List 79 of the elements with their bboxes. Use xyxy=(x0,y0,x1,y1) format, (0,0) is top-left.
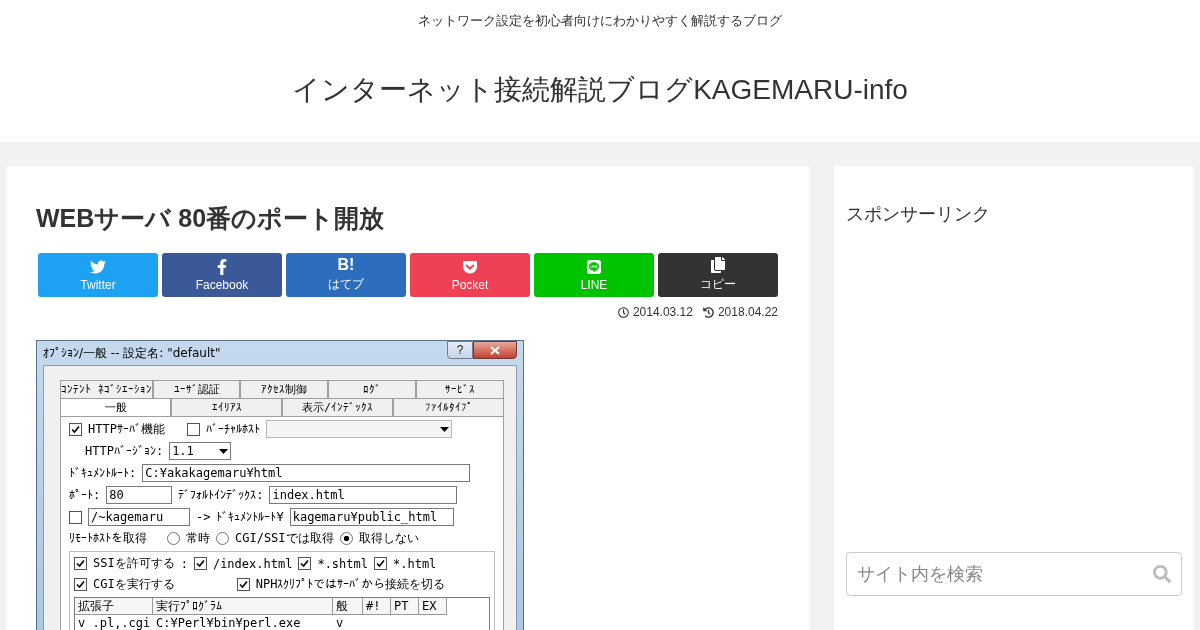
site-title[interactable]: インターネット接続解説ブログKAGEMARU-info xyxy=(292,71,908,109)
label: *.html xyxy=(393,556,437,571)
checkbox[interactable] xyxy=(298,557,312,570)
post-date: 2014.03.12 xyxy=(632,305,693,319)
close-icon xyxy=(490,345,500,355)
label: 常時 xyxy=(186,530,210,547)
share-button[interactable]: コピー xyxy=(658,253,778,297)
table-cell-text: C:¥Perl¥bin¥perl.exe xyxy=(155,615,302,630)
help-button[interactable]: ? xyxy=(447,341,473,359)
input-field[interactable]: /~kagemaru xyxy=(88,508,190,526)
tab[interactable]: ｺﾝﾃﾝﾄ ﾈｺﾞｼｴｰｼｮﾝ xyxy=(60,380,153,398)
label: -> xyxy=(196,510,211,524)
line-icon xyxy=(586,258,602,275)
window-title: ｵﾌﾟｼｮﾝ/一般 -- 設定名: "default" xyxy=(43,344,221,362)
input-field[interactable]: index.html xyxy=(269,486,458,504)
twitter-icon xyxy=(90,258,106,275)
input-field[interactable]: kagemaru¥public_html xyxy=(289,508,454,526)
clock-icon xyxy=(617,306,629,318)
label: ﾄﾞｷｭﾒﾝﾄﾙｰﾄ¥ xyxy=(216,510,284,524)
column-header[interactable]: 拡張子 xyxy=(75,598,153,615)
history-icon xyxy=(702,306,714,318)
tab[interactable]: ﾌｧｲﾙﾀｲﾌﾟ xyxy=(393,398,504,416)
tagline: ネットワーク設定を初心者向けにわかりやすく解説するブログ xyxy=(418,12,782,30)
label: *.shtml xyxy=(317,556,368,571)
label: : xyxy=(180,556,188,571)
label: ﾘﾓｰﾄﾎｽﾄを取得 xyxy=(69,530,147,547)
pocket-icon xyxy=(462,258,478,275)
checkbox[interactable] xyxy=(74,578,87,591)
tab[interactable]: ﾕｰｻﾞ認証 xyxy=(152,380,241,398)
checkbox[interactable] xyxy=(69,422,82,436)
label: 取得しない xyxy=(358,530,419,547)
share-button[interactable]: B! はてブ xyxy=(286,253,406,297)
label: ﾃﾞﾌｫﾙﾄｲﾝﾃﾞｯｸｽ: xyxy=(178,488,264,502)
tab[interactable]: ﾛｸﾞ xyxy=(328,380,417,398)
share-button[interactable]: Pocket xyxy=(410,253,530,297)
label: HTTPﾊﾞｰｼﾞｮﾝ: xyxy=(85,444,164,458)
tab[interactable]: 表示/ｲﾝﾃﾞｯｸｽ xyxy=(282,398,393,416)
sidebar-heading: スポンサーリンク xyxy=(846,203,991,226)
checkbox[interactable] xyxy=(74,557,87,570)
checkbox[interactable] xyxy=(374,557,387,570)
checkbox[interactable] xyxy=(186,422,200,436)
share-button[interactable]: Facebook xyxy=(162,253,282,297)
checkbox[interactable] xyxy=(193,557,207,570)
table-cell-text: v .pl,.cgi xyxy=(77,615,152,630)
tab[interactable]: ｻｰﾋﾞｽ xyxy=(416,380,504,398)
label: ﾎﾟｰﾄ: xyxy=(69,488,101,502)
tab[interactable]: 一般 xyxy=(60,398,171,416)
post-date: 2018.04.22 xyxy=(717,305,778,319)
input-field[interactable]: C:¥akakagemaru¥html xyxy=(142,464,471,482)
label: NPHｽｸﾘﾌﾟﾄではｻｰﾊﾞから接続を切る xyxy=(255,576,446,593)
label: HTTPｻｰﾊﾞ機能 xyxy=(88,420,165,438)
caret-icon xyxy=(219,448,229,454)
column-header[interactable]: 般 xyxy=(333,598,363,615)
search-field[interactable]: サイト内を検索 xyxy=(846,552,1182,596)
article-title: WEBサーバ 80番のポート開放 xyxy=(36,203,386,234)
label: SSIを許可する xyxy=(93,555,175,572)
column-header[interactable]: #! xyxy=(363,598,391,615)
checkbox[interactable] xyxy=(69,510,82,524)
tab[interactable]: ｱｸｾｽ制御 xyxy=(240,380,329,398)
column-header[interactable]: PT xyxy=(391,598,419,615)
table-cell-text: v xyxy=(335,615,345,630)
label: ﾊﾞｰﾁｬﾙﾎｽﾄ xyxy=(205,422,260,436)
label: ﾄﾞｷｭﾒﾝﾄﾙｰﾄ: xyxy=(69,466,137,480)
input-field[interactable]: 80 xyxy=(106,486,173,504)
label: /index.html xyxy=(212,556,293,571)
copy-icon xyxy=(710,257,726,273)
radio-button[interactable] xyxy=(167,532,180,545)
search-icon xyxy=(1153,565,1171,583)
checkbox[interactable] xyxy=(236,578,250,591)
dropdown[interactable]: 1.1 xyxy=(169,442,232,460)
label: CGI/SSIでは取得 xyxy=(235,530,334,547)
column-header[interactable]: EX xyxy=(419,598,447,615)
label: CGIを実行する xyxy=(93,576,175,593)
tab[interactable]: ｴｲﾘｱｽ xyxy=(171,398,282,416)
close-button[interactable] xyxy=(473,341,517,359)
radio-button[interactable] xyxy=(216,532,229,545)
caret-icon xyxy=(439,426,449,432)
column-header[interactable]: 実行ﾌﾟﾛｸﾞﾗﾑ xyxy=(153,598,333,615)
radio-button[interactable] xyxy=(339,532,353,545)
